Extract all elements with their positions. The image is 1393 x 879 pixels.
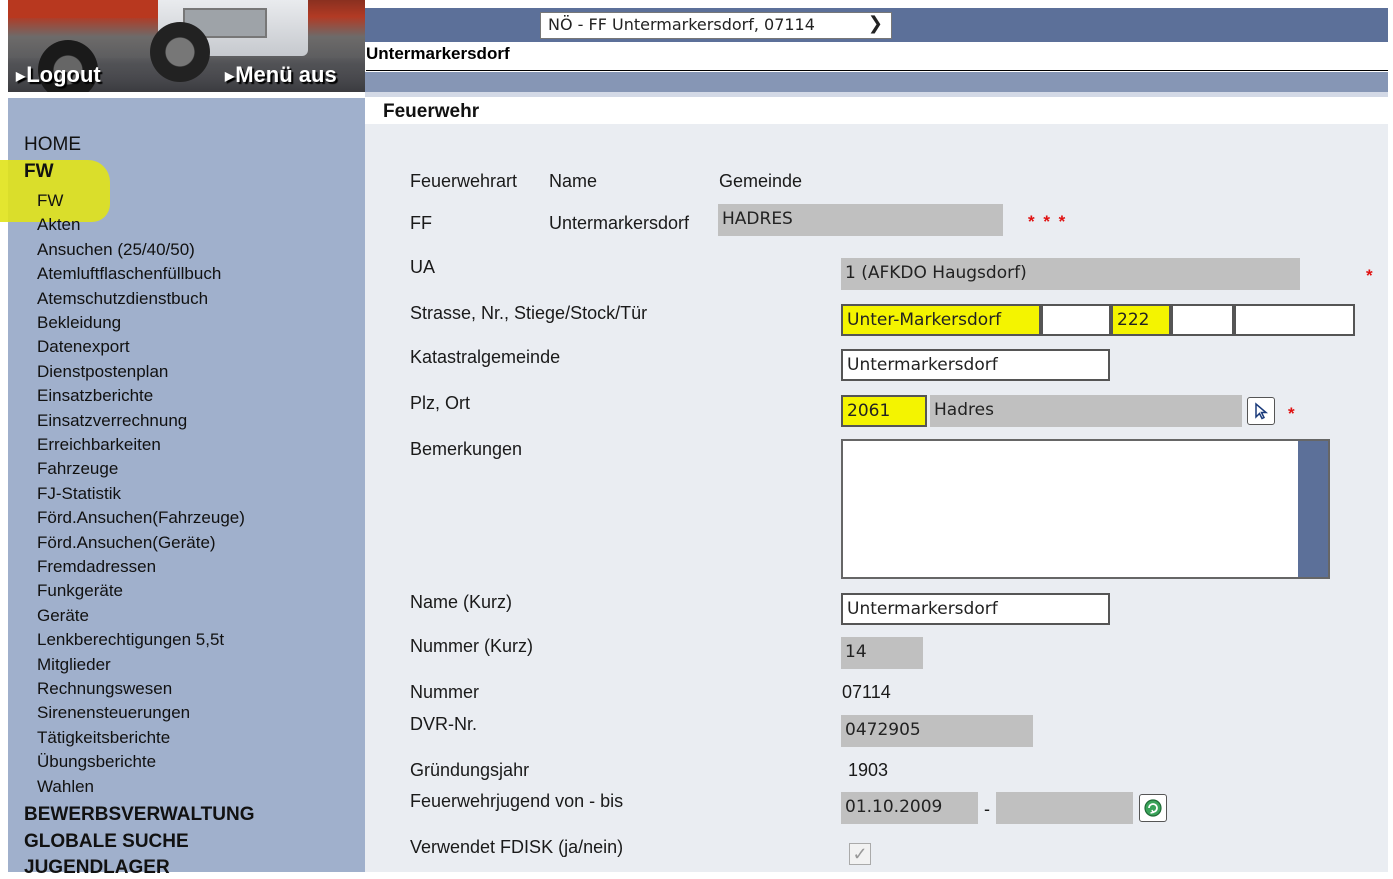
- arrow-icon: ▶: [225, 69, 235, 84]
- sidebar-subitem[interactable]: Mitglieder: [37, 655, 111, 675]
- sidebar-subitem[interactable]: Geräte: [37, 606, 89, 626]
- ua-label: UA: [410, 257, 436, 277]
- gruendungsjahr-label: Gründungsjahr: [410, 760, 530, 780]
- sidebar-subitem[interactable]: FJ-Statistik: [37, 484, 121, 504]
- kg-label: Katastralgemeinde: [410, 347, 561, 367]
- katastralgemeinde-input[interactable]: Untermarkersdorf: [841, 349, 1110, 381]
- sidebar-subitem[interactable]: Lenkberechtigungen 5,5t: [37, 630, 224, 650]
- ort-field: Hadres: [930, 395, 1242, 427]
- stiege-input[interactable]: [1234, 304, 1355, 336]
- nummerkurz-field: 14: [841, 637, 923, 669]
- strasse-input[interactable]: Unter-Markersdorf: [841, 304, 1041, 336]
- dvr-field: 0472905: [841, 715, 1033, 747]
- strasse-input-rest[interactable]: [1041, 304, 1111, 336]
- sidebar-subitem[interactable]: Funkgeräte: [37, 581, 123, 601]
- sidebar-section[interactable]: GLOBALE SUCHE: [24, 831, 189, 853]
- sidebar-section[interactable]: BEWERBSVERWALTUNG: [24, 804, 254, 826]
- sidebar-subitem[interactable]: Einsatzberichte: [37, 386, 153, 406]
- calendar-refresh-icon[interactable]: [1139, 794, 1167, 822]
- sidebar-item-fw-section[interactable]: FW: [24, 161, 54, 183]
- sidebar-subitem[interactable]: Rechnungswesen: [37, 679, 172, 699]
- sidebar-item-home[interactable]: HOME: [24, 134, 81, 156]
- sidebar-subitem[interactable]: Tätigkeitsberichte: [37, 728, 170, 748]
- cursor-select-icon[interactable]: [1247, 397, 1275, 425]
- sidebar-subitem[interactable]: Dienstpostenplan: [37, 362, 168, 382]
- feuerwehrjugend-label: Feuerwehrjugend von - bis: [410, 791, 624, 811]
- fw-select[interactable]: NÖ - FF Untermarkersdorf, 07114 ❯: [540, 12, 892, 39]
- sidebar-subitem[interactable]: Atemluftflaschenfüllbuch: [37, 264, 221, 284]
- bemerkungen-label: Bemerkungen: [410, 439, 523, 459]
- sidebar-subitem[interactable]: Wahlen: [37, 777, 94, 797]
- plz-input[interactable]: 2061: [841, 395, 927, 427]
- sidebar-subitem[interactable]: Sirenensteuerungen: [37, 703, 190, 723]
- header-name: Name: [549, 171, 598, 191]
- namekurz-label: Name (Kurz): [410, 592, 513, 612]
- nummer-label: Nummer: [410, 682, 480, 702]
- nummerkurz-label: Nummer (Kurz): [410, 636, 534, 656]
- sidebar-subitem[interactable]: Einsatzverrechnung: [37, 411, 187, 431]
- divider: [365, 92, 1388, 97]
- arrow-icon: ▶: [16, 69, 26, 84]
- feuerwehrart-value: FF: [410, 213, 432, 233]
- strasse-label: Strasse, Nr., Stiege/Stock/Tür: [410, 303, 648, 323]
- sidebar-subitem[interactable]: Erreichbarkeiten: [37, 435, 161, 455]
- sidebar-subitem[interactable]: Bekleidung: [37, 313, 121, 333]
- page-title: Untermarkersdorf: [366, 44, 510, 63]
- dvr-label: DVR-Nr.: [410, 714, 477, 734]
- sidebar-subitem[interactable]: Förd.Ansuchen(Fahrzeuge): [37, 508, 245, 528]
- section-title: Feuerwehr: [383, 101, 480, 122]
- fdisk-label: Verwendet FDISK (ja/nein): [410, 837, 624, 857]
- gemeinde-field: HADRES: [718, 204, 1003, 236]
- fj-bis-field: [996, 792, 1133, 824]
- fj-von-field: 01.10.2009: [841, 792, 978, 824]
- nummer-value: 07114: [842, 682, 891, 702]
- scrollbar[interactable]: [1298, 441, 1328, 577]
- date-separator: -: [984, 799, 990, 819]
- sidebar-subitem[interactable]: Datenexport: [37, 337, 130, 357]
- hausnummer-input[interactable]: 222: [1111, 304, 1171, 336]
- sidebar-subitem[interactable]: Ansuchen (25/40/50): [37, 240, 195, 260]
- menu-toggle-button[interactable]: ▶Menü aus: [225, 62, 337, 88]
- bemerkungen-textarea[interactable]: [841, 439, 1330, 579]
- namekurz-input[interactable]: Untermarkersdorf: [841, 593, 1110, 625]
- fdisk-checkbox[interactable]: ✓: [849, 843, 871, 865]
- required-marker: *: [1288, 404, 1295, 423]
- sidebar-subitem[interactable]: Übungsberichte: [37, 752, 156, 772]
- sidebar-subitem[interactable]: Förd.Ansuchen(Geräte): [37, 533, 216, 553]
- sidebar-subitem[interactable]: FW: [37, 191, 63, 211]
- required-marker: *: [1366, 266, 1373, 285]
- ua-field: 1 (AFKDO Haugsdorf): [841, 258, 1300, 290]
- sidebar-subitem[interactable]: Fahrzeuge: [37, 459, 118, 479]
- sidebar-subitem[interactable]: Akten: [37, 215, 80, 235]
- divider: [366, 70, 1388, 71]
- logout-button[interactable]: ▶Logout: [16, 62, 101, 88]
- header-gemeinde: Gemeinde: [719, 171, 803, 191]
- name-value: Untermarkersdorf: [549, 213, 690, 233]
- sidebar-section[interactable]: JUGENDLAGER: [24, 857, 170, 879]
- required-marker: * * *: [1028, 212, 1068, 231]
- sidebar-subitem[interactable]: Fremdadressen: [37, 557, 156, 577]
- hausnummer-input-rest[interactable]: [1171, 304, 1234, 336]
- header-feuerwehrart: Feuerwehrart: [410, 171, 518, 191]
- sub-bar: [365, 72, 1388, 92]
- plz-label: Plz, Ort: [410, 393, 471, 413]
- chevron-down-icon: ❯: [867, 13, 883, 34]
- gruendungsjahr-value: 1903: [848, 760, 889, 780]
- sidebar-subitem[interactable]: Atemschutzdienstbuch: [37, 289, 208, 309]
